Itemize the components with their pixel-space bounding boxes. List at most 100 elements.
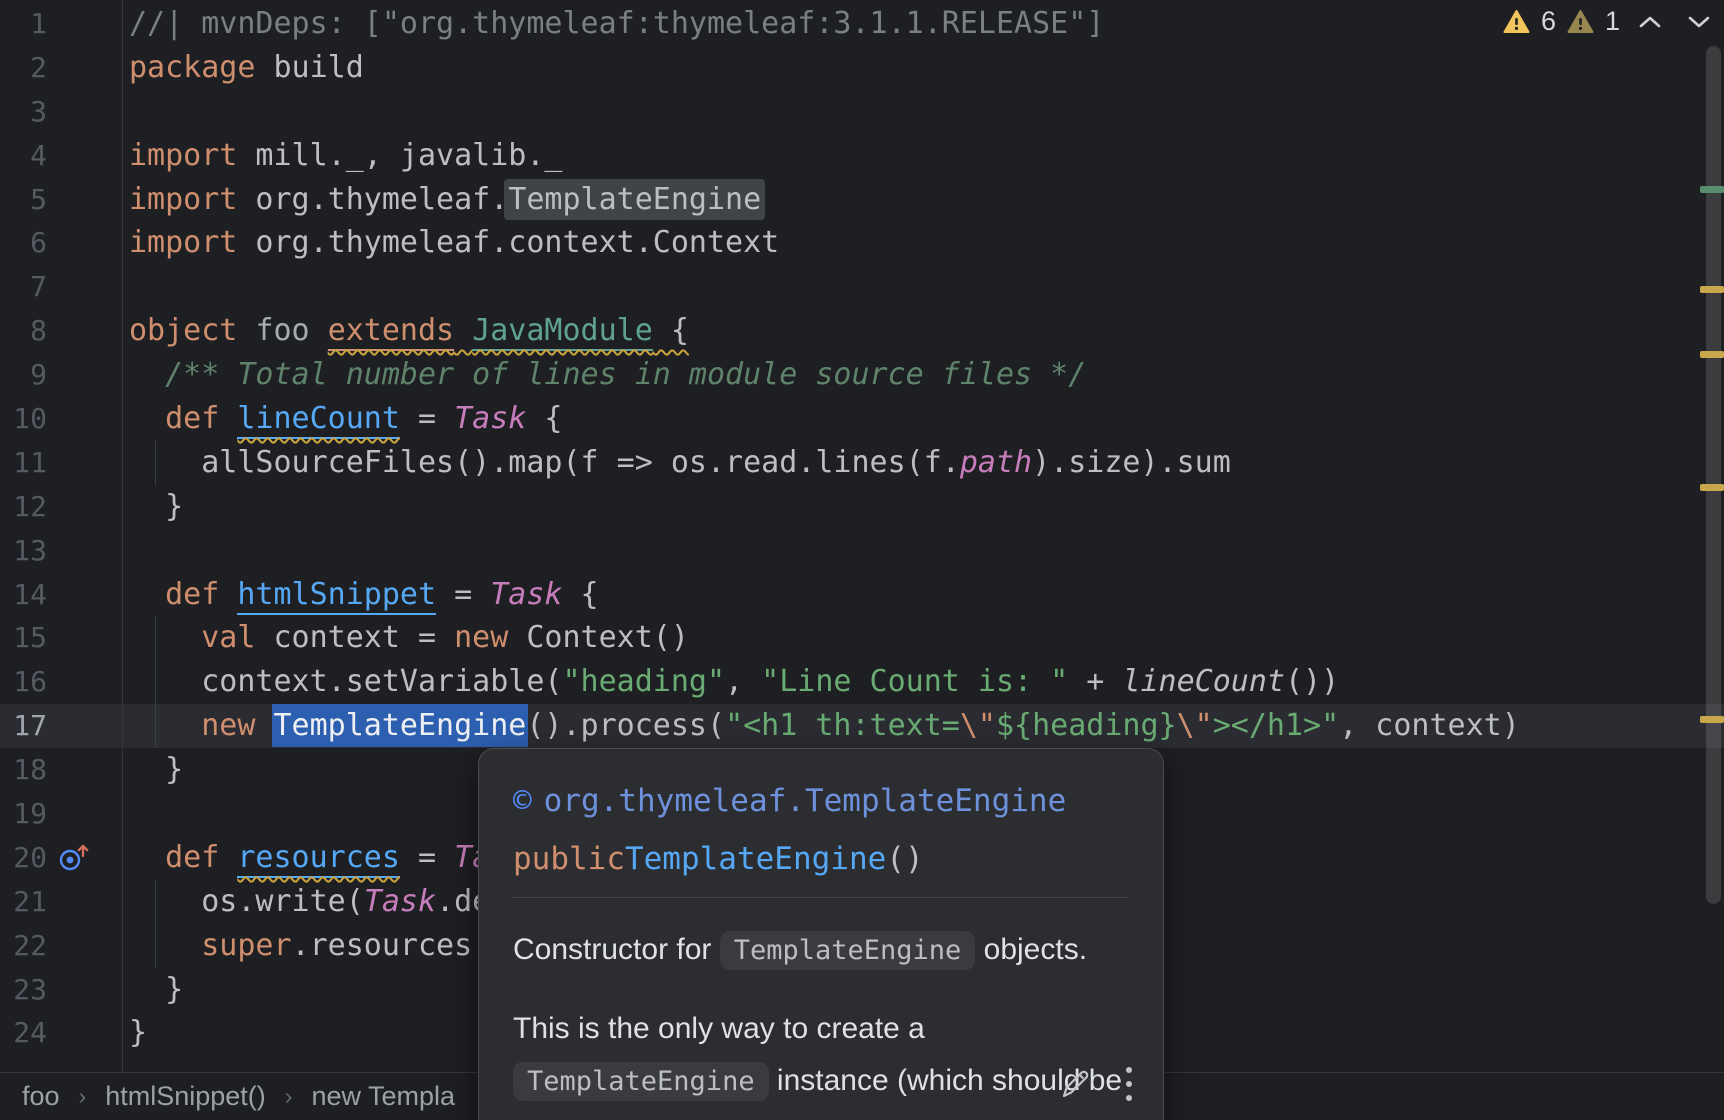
more-options-icon[interactable] <box>1124 1065 1134 1103</box>
code-line[interactable]: 11 allSourceFiles().map(f => os.read.lin… <box>0 441 1724 485</box>
indent-guide <box>155 880 156 968</box>
breadcrumb-separator-icon: › <box>79 1083 87 1110</box>
code-token: JavaModule <box>472 313 653 351</box>
code-token: { <box>526 401 562 436</box>
code-line[interactable]: 16 context.setVariable("heading", "Line … <box>0 660 1724 704</box>
signature-token: () <box>886 841 923 877</box>
gutter-cell <box>47 660 122 704</box>
scrollbar-thumb[interactable] <box>1706 46 1721 904</box>
doc-text: This is the only way to create a <box>513 1012 925 1045</box>
code-line[interactable]: 10 def lineCount = Task { <box>0 397 1724 441</box>
code-token: org.thymeleaf. <box>237 182 508 217</box>
code-token: def <box>165 840 219 875</box>
gutter-cell <box>47 221 122 265</box>
gutter-cell <box>47 924 122 968</box>
code-token: } <box>129 489 183 524</box>
code-line[interactable]: 15 val context = new Context() <box>0 616 1724 660</box>
previous-issue-button[interactable] <box>1637 13 1663 31</box>
code-token: org.thymeleaf.context.Context <box>237 225 779 260</box>
code-line[interactable]: 7 <box>0 265 1724 309</box>
line-number: 22 <box>0 924 47 968</box>
line-number: 9 <box>0 353 47 397</box>
code-chip: TemplateEngine <box>513 1062 769 1101</box>
code-token: ).size).sum <box>1032 445 1231 480</box>
code-token: Context() <box>508 620 689 655</box>
next-issue-button[interactable] <box>1686 13 1712 31</box>
code-line[interactable]: 5import org.thymeleaf.TemplateEngine <box>0 178 1724 222</box>
inspections-widget[interactable]: 6 1 <box>1503 6 1712 37</box>
signature-token: TemplateEngine <box>625 841 886 877</box>
warning-icon <box>1503 9 1530 34</box>
line-number: 15 <box>0 616 47 660</box>
line-number: 7 <box>0 265 47 309</box>
code-line[interactable]: 6import org.thymeleaf.context.Context <box>0 221 1724 265</box>
breadcrumb-item[interactable]: foo <box>22 1081 60 1112</box>
stripe-marker[interactable] <box>1700 716 1724 723</box>
code-line[interactable]: 3 <box>0 90 1724 134</box>
edit-icon[interactable] <box>1057 1065 1093 1101</box>
code-token: "Line Count is: " <box>761 664 1068 699</box>
code-token: build <box>255 50 363 85</box>
code-line[interactable]: 14 def htmlSnippet = Task { <box>0 573 1724 617</box>
gutter-cell <box>47 134 122 178</box>
code-line[interactable]: 8object foo extends JavaModule { <box>0 309 1724 353</box>
code-token: mill._, javalib._ <box>237 138 562 173</box>
code-text: val context = new Context() <box>129 616 689 660</box>
line-number: 18 <box>0 748 47 792</box>
code-token: val <box>201 620 255 655</box>
code-token: os.write( <box>129 884 364 919</box>
doc-body: Constructor for TemplateEngine objects.T… <box>513 924 1129 1120</box>
class-link[interactable]: org.thymeleaf.TemplateEngine <box>544 783 1067 819</box>
code-text: package build <box>129 46 364 90</box>
code-text: import mill._, javalib._ <box>129 134 562 178</box>
code-token: new <box>454 620 508 655</box>
doc-paragraph: This is the only way to create a Template… <box>513 1003 1129 1120</box>
code-token: context.setVariable( <box>129 664 562 699</box>
gutter-cell <box>47 748 122 792</box>
code-token <box>219 840 237 875</box>
code-token <box>310 313 328 348</box>
stripe-marker[interactable] <box>1700 484 1724 491</box>
line-number: 19 <box>0 792 47 836</box>
code-line[interactable]: 9 /** Total number of lines in module so… <box>0 353 1724 397</box>
doc-header: © org.thymeleaf.TemplateEngine <box>513 779 1129 823</box>
gutter-cell <box>47 2 122 46</box>
code-token <box>129 708 201 743</box>
code-token: import <box>129 138 237 173</box>
code-line[interactable]: 1//| mvnDeps: ["org.thymeleaf:thymeleaf:… <box>0 2 1724 46</box>
code-token: context = <box>255 620 454 655</box>
code-text: } <box>129 485 183 529</box>
stripe-marker[interactable] <box>1700 286 1724 293</box>
class-icon: © <box>513 786 532 817</box>
code-token: , context) <box>1339 708 1520 743</box>
breadcrumb-item[interactable]: new Templa <box>311 1081 455 1112</box>
stripe-marker[interactable] <box>1700 351 1724 358</box>
code-text: } <box>129 748 183 792</box>
warning-count: 6 <box>1541 6 1556 37</box>
code-line[interactable]: 4import mill._, javalib._ <box>0 134 1724 178</box>
code-token <box>255 708 273 743</box>
code-token: TemplateEngine <box>272 704 529 747</box>
code-line[interactable]: 13 <box>0 529 1724 573</box>
weak-warning-icon <box>1567 9 1594 34</box>
line-number: 12 <box>0 485 47 529</box>
code-token: lineCount <box>1122 664 1285 699</box>
code-line[interactable]: 17 new TemplateEngine().process("<h1 th:… <box>0 704 1724 748</box>
code-token <box>129 840 165 875</box>
doc-text: Constructor for <box>513 933 720 966</box>
breadcrumb-item[interactable]: htmlSnippet() <box>105 1081 266 1112</box>
line-number: 5 <box>0 178 47 222</box>
line-number: 1 <box>0 2 47 46</box>
code-token: path <box>960 445 1032 480</box>
line-number: 10 <box>0 397 47 441</box>
stripe-marker[interactable] <box>1700 186 1724 193</box>
doc-divider <box>513 897 1129 898</box>
code-token: + <box>1068 664 1122 699</box>
line-number: 23 <box>0 968 47 1012</box>
code-line[interactable]: 2package build <box>0 46 1724 90</box>
line-number: 13 <box>0 529 47 573</box>
indent-guide <box>155 616 156 748</box>
code-line[interactable]: 12 } <box>0 485 1724 529</box>
gutter-cell <box>47 265 122 309</box>
code-token <box>219 577 237 612</box>
